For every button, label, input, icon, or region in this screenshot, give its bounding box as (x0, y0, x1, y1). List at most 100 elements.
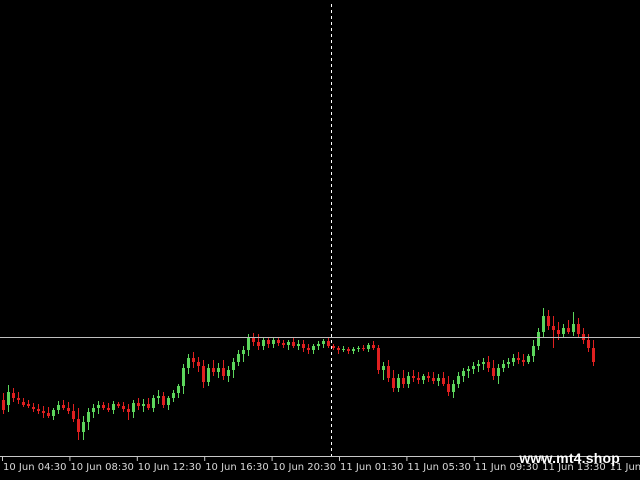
candle (572, 312, 575, 336)
candle (232, 358, 235, 378)
candle-body (547, 316, 550, 326)
candle (317, 341, 320, 350)
candles-layer (2, 308, 595, 440)
candle-body (347, 349, 350, 351)
candle (337, 346, 340, 354)
candle-body (557, 330, 560, 334)
candle-body (562, 328, 565, 334)
candle-body (207, 368, 210, 382)
time-tick-label: 10 Jun 20:30 (273, 462, 337, 473)
candle (407, 372, 410, 388)
candle-body (487, 362, 490, 368)
candle-body (427, 376, 430, 378)
candle-body (307, 348, 310, 350)
candle (312, 344, 315, 354)
candle (227, 366, 230, 382)
candle-body (502, 364, 505, 368)
candle (447, 376, 450, 396)
candle-body (177, 386, 180, 393)
watermark-text: www.mt4.shop (519, 450, 620, 466)
candle-body (252, 338, 255, 342)
candle (492, 360, 495, 380)
candle (97, 401, 100, 414)
candle (32, 403, 35, 412)
candle (537, 328, 540, 350)
candle (542, 308, 545, 338)
candle (22, 398, 25, 407)
candle-body (552, 326, 555, 330)
candle-body (217, 368, 220, 372)
candle (342, 346, 345, 352)
candle-body (567, 328, 570, 332)
candle (262, 338, 265, 350)
candle (562, 324, 565, 338)
candle (472, 362, 475, 374)
candle-body (227, 370, 230, 376)
candle-body (297, 344, 300, 346)
candle (522, 354, 525, 366)
candle-body (412, 376, 415, 378)
candle-body (277, 340, 280, 343)
candlestick-chart[interactable]: 10 Jun 04:30 10 Jun 08:30 10 Jun 12:30 10 J… (0, 0, 640, 480)
candle (347, 347, 350, 354)
candle-body (272, 340, 275, 344)
candle-body (47, 413, 50, 416)
candle (272, 338, 275, 348)
candle (287, 340, 290, 350)
candle (362, 345, 365, 351)
candle (217, 363, 220, 378)
candle (122, 402, 125, 412)
candle (102, 402, 105, 410)
candle (437, 374, 440, 386)
candle (192, 352, 195, 368)
candle (142, 399, 145, 412)
candle (477, 360, 480, 372)
candle (17, 392, 20, 404)
candle (352, 347, 355, 354)
candle (582, 328, 585, 344)
candle (307, 344, 310, 354)
candle (182, 364, 185, 394)
candle-body (102, 405, 105, 408)
time-tick-label: 11 Jun 01:30 (340, 462, 404, 473)
candle-body (527, 356, 530, 362)
candle-body (392, 378, 395, 388)
candle (412, 370, 415, 382)
candle-body (402, 378, 405, 384)
candle (367, 343, 370, 352)
candle-body (302, 344, 305, 348)
candle-body (327, 341, 330, 346)
candle (37, 404, 40, 414)
candle-body (117, 404, 120, 406)
candle-body (367, 345, 370, 349)
candle (392, 370, 395, 392)
candle (297, 340, 300, 350)
candle (132, 400, 135, 418)
candle-body (282, 343, 285, 345)
candle-body (592, 348, 595, 362)
candle-body (187, 358, 190, 368)
candle (467, 366, 470, 378)
candle-body (377, 348, 380, 370)
candle-body (202, 366, 205, 382)
candle-body (22, 402, 25, 405)
candle-body (237, 354, 240, 362)
candle-body (432, 378, 435, 381)
candle (162, 392, 165, 408)
candle (382, 362, 385, 380)
time-tick-label: 10 Jun 12:30 (138, 462, 202, 473)
candle-body (532, 346, 535, 356)
candle-body (337, 348, 340, 350)
candle-body (422, 376, 425, 380)
candle-body (262, 340, 265, 346)
candle (517, 352, 520, 364)
candle-body (267, 340, 270, 344)
candle (242, 346, 245, 362)
candle-body (322, 341, 325, 344)
price-chart[interactable]: 10 Jun 04:30 10 Jun 08:30 10 Jun 12:30 10 J… (0, 0, 640, 480)
candle (397, 374, 400, 392)
candle-body (452, 384, 455, 392)
candle (267, 337, 270, 348)
candle (187, 354, 190, 374)
candle (57, 401, 60, 414)
